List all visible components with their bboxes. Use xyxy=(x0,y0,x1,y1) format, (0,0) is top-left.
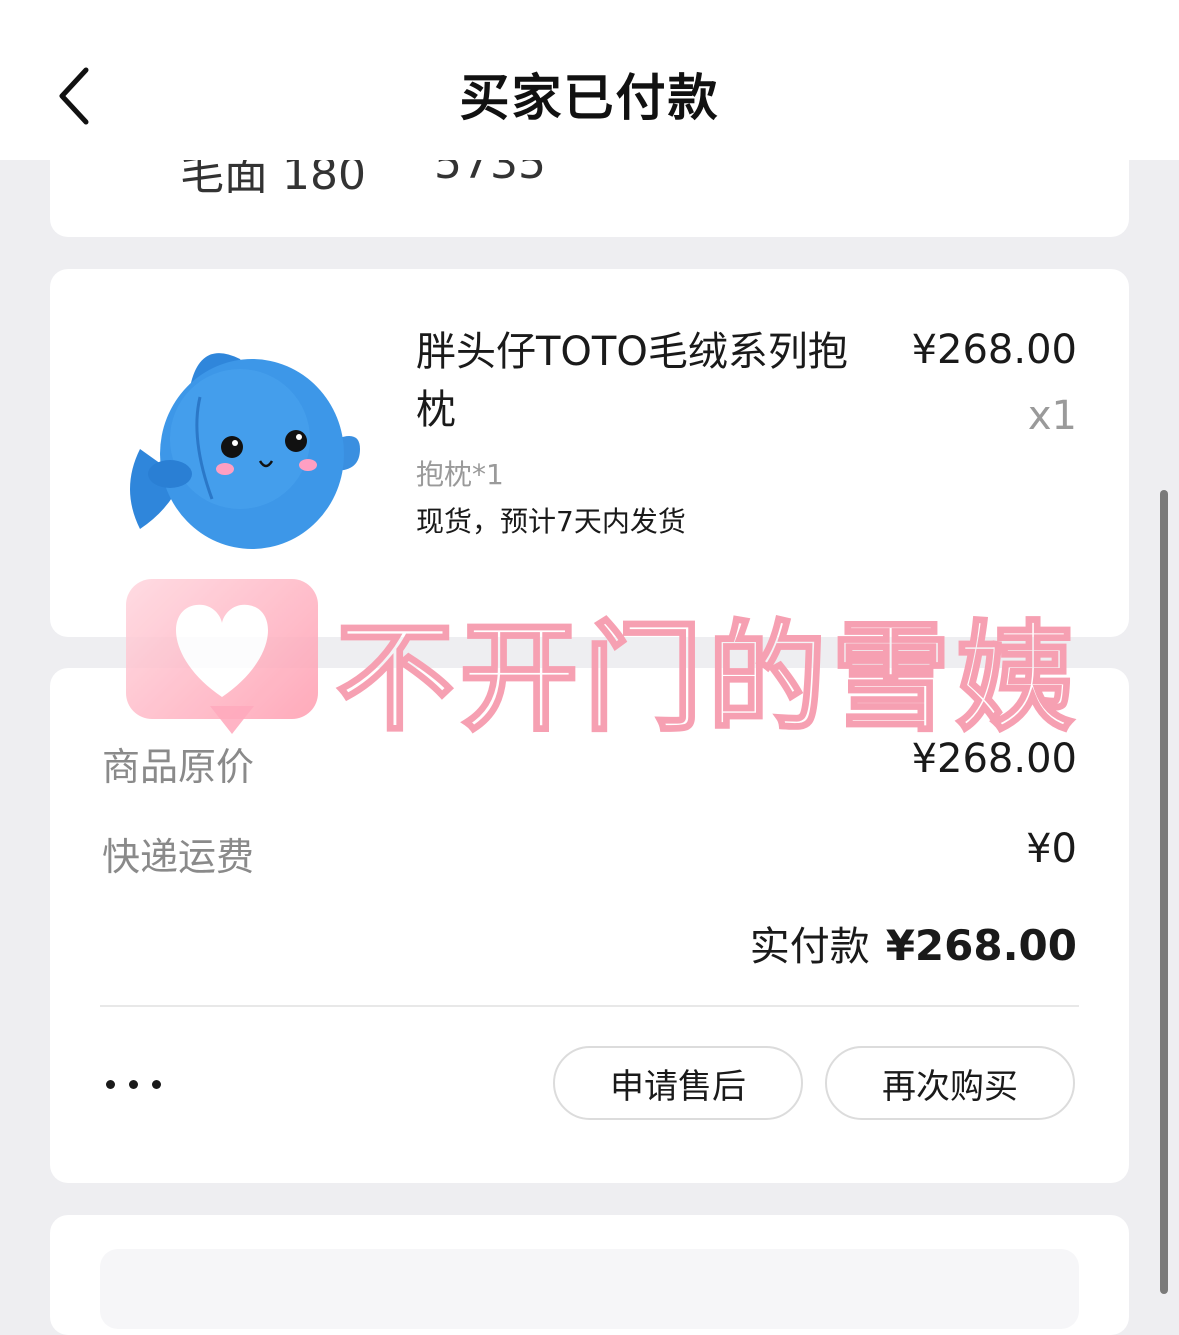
product-price: ¥268.00 xyxy=(911,327,1077,373)
product-image[interactable] xyxy=(120,329,370,559)
shipping-note: 现货，预计7天内发货 xyxy=(416,505,686,538)
after-sale-button[interactable]: 申请售后 xyxy=(553,1046,803,1120)
shipping-fee-label: 快递运费 xyxy=(102,835,255,879)
payment-summary-card: 商品原价 ¥268.00 快递运费 ¥0 实付款 ¥268.00 申请售后 再次… xyxy=(50,668,1129,1183)
product-name[interactable]: 胖头仔TOTO毛绒系列抱枕 xyxy=(416,323,876,439)
product-spec: 抱枕*1 xyxy=(416,458,504,491)
total-paid-row: 实付款 ¥268.00 xyxy=(750,914,1077,972)
page-title: 买家已付款 xyxy=(459,69,720,127)
scrollbar[interactable] xyxy=(1160,490,1168,1294)
shipping-fee-value: ¥0 xyxy=(1026,826,1077,872)
more-dots-icon[interactable] xyxy=(106,1064,176,1104)
blue-fish-plush-image xyxy=(130,353,360,549)
original-price-value: ¥268.00 xyxy=(911,736,1077,782)
original-price-label: 商品原价 xyxy=(102,745,255,789)
dot xyxy=(106,1079,115,1089)
top-nav-bar: 买家已付款 xyxy=(0,0,1179,160)
dot xyxy=(152,1079,161,1089)
next-card xyxy=(50,1215,1129,1335)
product-card[interactable]: 胖头仔TOTO毛绒系列抱枕 ¥268.00 x1 抱枕*1 现货，预计7天内发货 xyxy=(50,269,1129,637)
divider xyxy=(100,1005,1079,1007)
dot xyxy=(129,1079,138,1089)
next-card-inner xyxy=(100,1249,1079,1329)
product-quantity: x1 xyxy=(1027,393,1077,439)
total-paid-value: ¥268.00 xyxy=(885,921,1077,970)
total-paid-label: 实付款 xyxy=(749,924,870,970)
buy-again-button[interactable]: 再次购买 xyxy=(825,1046,1075,1120)
